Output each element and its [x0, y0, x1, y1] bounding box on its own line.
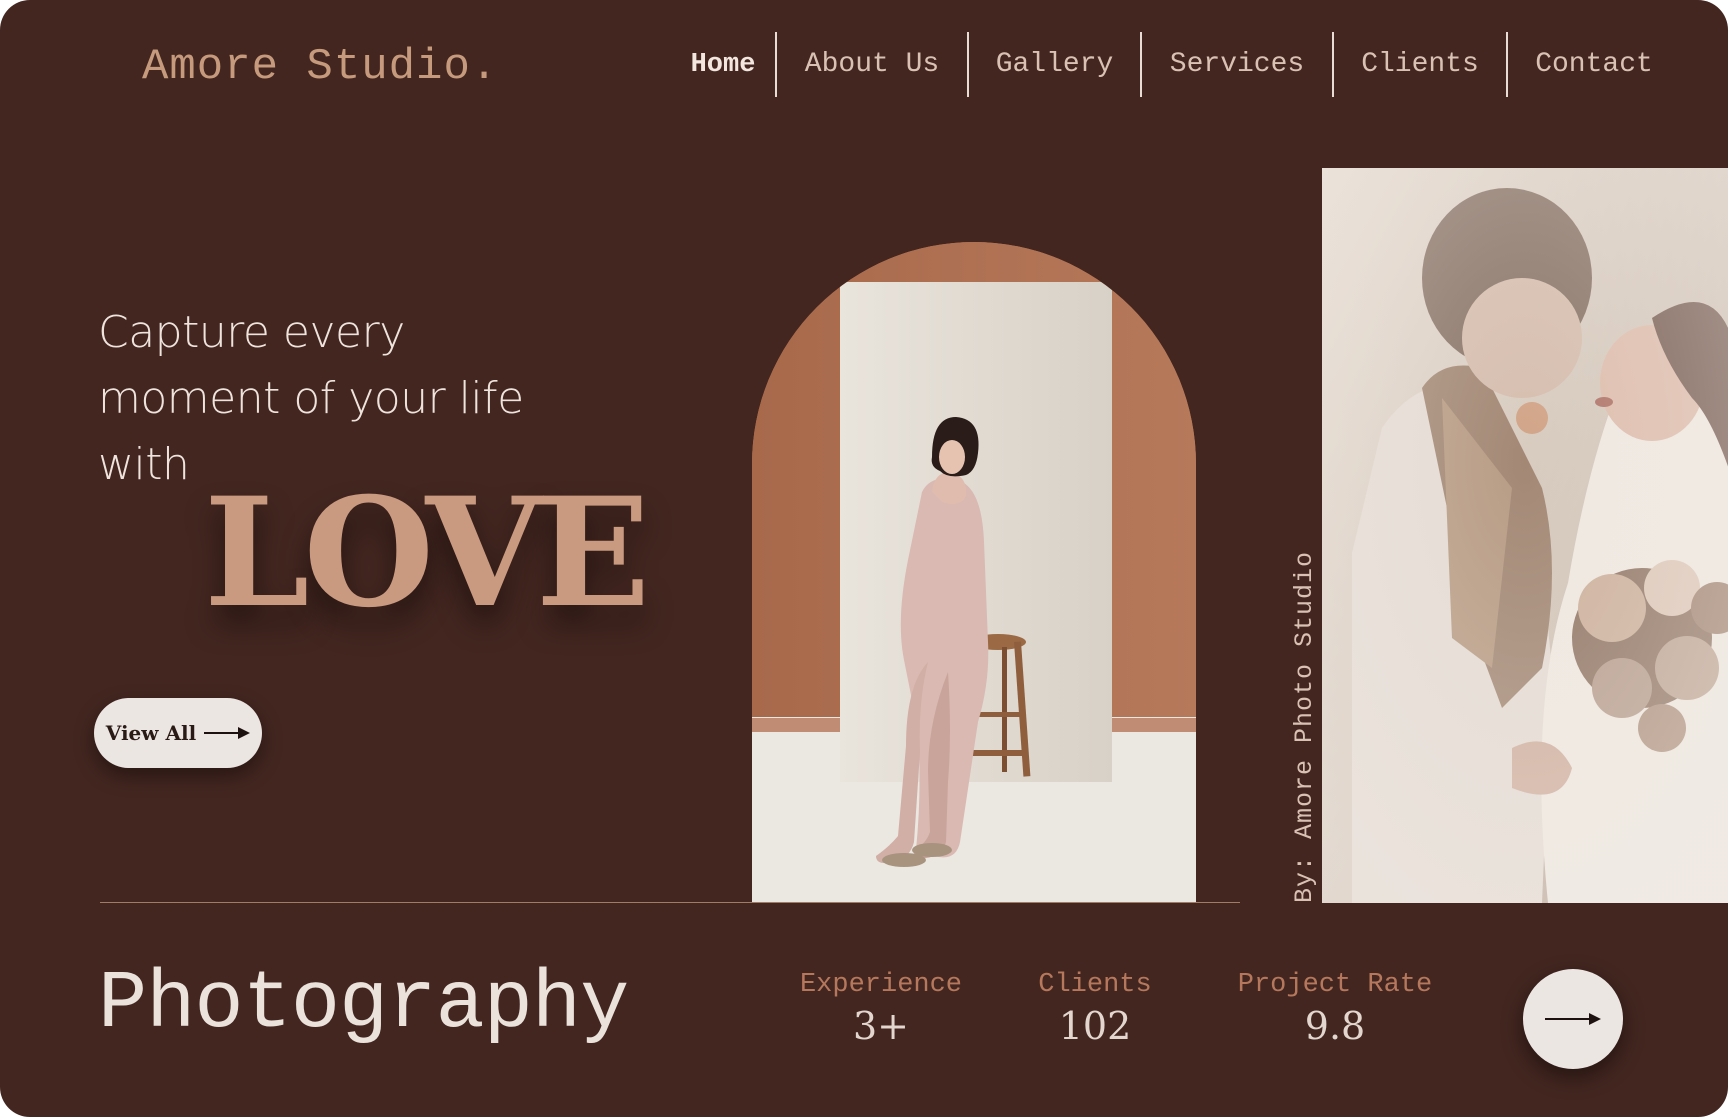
arrow-right-icon [204, 727, 251, 739]
couple-photo [1322, 168, 1728, 903]
main-nav: Home About Us Gallery Services Clients C… [680, 32, 1680, 97]
stat-label: Project Rate [1237, 970, 1433, 1000]
stat-label: Clients [1038, 970, 1152, 1000]
portrait-image [752, 242, 1196, 903]
nav-item-home[interactable]: Home [680, 32, 766, 97]
stat-experience: Experience 3+ [788, 970, 974, 1048]
hero-emphasis: LOVE [204, 465, 650, 641]
brand-logo[interactable]: Amore Studio. [142, 42, 498, 92]
view-all-button[interactable]: View All [94, 698, 262, 768]
landing-page: Amore Studio. Home About Us Gallery Serv… [0, 0, 1728, 1117]
stat-project-rate: Project Rate 9.8 [1225, 970, 1445, 1048]
nav-item-contact[interactable]: Contact [1508, 32, 1680, 97]
nav-item-services[interactable]: Services [1142, 32, 1332, 97]
stat-clients: Clients 102 [1030, 970, 1160, 1048]
stat-value: 9.8 [1304, 1004, 1366, 1048]
view-all-label: View All [105, 721, 197, 745]
section-divider [100, 902, 1240, 903]
nav-item-gallery[interactable]: Gallery [969, 32, 1140, 97]
couple-image [1322, 168, 1728, 903]
nav-item-about-us[interactable]: About Us [777, 32, 967, 97]
stat-value: 3+ [852, 1004, 910, 1048]
stat-label: Experience [799, 970, 963, 1000]
arrow-right-icon [1545, 1013, 1601, 1025]
section-title: Photography [98, 958, 629, 1051]
photo-credit: By: Amore Photo Studio [1290, 550, 1319, 903]
headline-line: moment of your life [98, 373, 524, 424]
stat-value: 102 [1058, 1004, 1132, 1048]
nav-item-clients[interactable]: Clients [1334, 32, 1506, 97]
headline-line: Capture every [98, 307, 405, 358]
hero-arch-photo [752, 242, 1196, 903]
next-button[interactable] [1523, 969, 1623, 1069]
